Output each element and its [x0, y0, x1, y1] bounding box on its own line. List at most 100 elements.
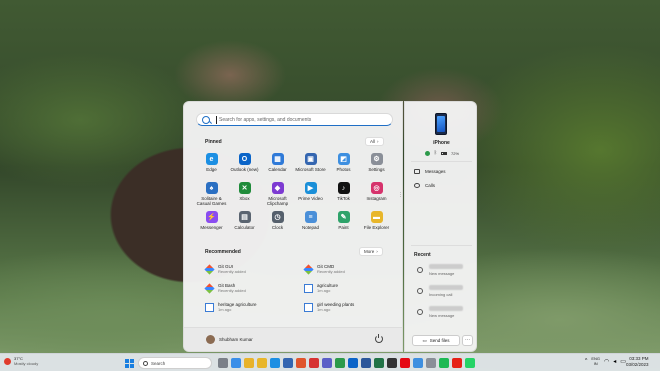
- pinned-app[interactable]: ♠ Solitaire & Casual Games: [195, 182, 228, 206]
- chrome-icon[interactable]: [335, 358, 345, 368]
- pinned-app-label: Edge: [206, 167, 217, 172]
- start-search-box[interactable]: Search for apps, settings, and documents: [196, 113, 393, 126]
- chevron-up-icon[interactable]: ^: [585, 358, 587, 364]
- brave-icon[interactable]: [296, 358, 306, 368]
- pinned-app-label: File Explorer: [363, 225, 390, 230]
- task-view-icon[interactable]: [218, 358, 228, 368]
- recommended-item[interactable]: Git GUI Recently added: [204, 264, 295, 275]
- pinned-app[interactable]: ◎ Instagram: [360, 182, 393, 201]
- teams-icon[interactable]: [322, 358, 332, 368]
- solitaire-icon: ♠: [205, 182, 218, 194]
- connected-icon: [425, 150, 430, 156]
- widget-icon[interactable]: [231, 358, 241, 368]
- pinned-app[interactable]: ≡ Notepad: [294, 211, 327, 230]
- settings-icon[interactable]: [426, 358, 436, 368]
- bluetooth-icon: ᛒ: [434, 150, 438, 156]
- battery-icon: [441, 151, 448, 155]
- message-icon: [417, 309, 423, 315]
- power-icon[interactable]: [375, 333, 383, 343]
- git-icon: [204, 264, 215, 275]
- search-icon: [143, 360, 148, 366]
- volume-icon[interactable]: ◂: [613, 358, 616, 365]
- taskbar-search[interactable]: Search: [138, 357, 212, 369]
- pinned-app[interactable]: ◷ Clock: [261, 211, 294, 230]
- recommended-subtitle: 1m ago: [317, 307, 331, 312]
- message-icon: [417, 267, 423, 273]
- edge-icon[interactable]: [270, 358, 280, 368]
- clock-date: 03/02/2023: [626, 362, 649, 367]
- tiktok-icon: ♪: [337, 182, 350, 194]
- start-button[interactable]: [125, 359, 134, 368]
- recommended-item[interactable]: Git CMD Recently added: [303, 264, 394, 275]
- calls-item[interactable]: Calls: [414, 183, 435, 188]
- user-name[interactable]: Shubham Kumar: [219, 337, 253, 342]
- clock[interactable]: 03:33 PM 03/02/2023: [626, 356, 649, 368]
- send-files-button[interactable]: ▭ Send files: [412, 335, 460, 346]
- opera-icon[interactable]: [309, 358, 319, 368]
- outlook-icon: O: [238, 153, 251, 165]
- recommended-subtitle: Recently added: [218, 288, 246, 293]
- chevron-right-icon: ›: [376, 249, 378, 254]
- outlook-icon[interactable]: [348, 358, 358, 368]
- terminal-icon[interactable]: [387, 358, 397, 368]
- pinned-app[interactable]: ◆ Microsoft Clipchamp: [261, 182, 294, 206]
- file-explorer-icon: ▬: [370, 211, 383, 223]
- pinned-app[interactable]: ♪ TikTok: [327, 182, 360, 201]
- word-icon[interactable]: [361, 358, 371, 368]
- excel-icon[interactable]: [374, 358, 384, 368]
- store-icon[interactable]: [283, 358, 293, 368]
- paint-icon: ✎: [337, 211, 350, 223]
- weather-widget[interactable]: 37°C Mostly cloudy: [4, 356, 38, 366]
- pinned-app-label: Microsoft Store: [295, 167, 326, 172]
- whatsapp-icon[interactable]: [465, 358, 475, 368]
- spotify-icon[interactable]: [439, 358, 449, 368]
- weather-desc: Mostly cloudy: [14, 361, 39, 366]
- pinned-app[interactable]: ▣ Microsoft Store: [294, 153, 327, 172]
- phone-more-button[interactable]: ···: [462, 335, 473, 346]
- taskbar-search-label: Search: [151, 360, 166, 366]
- photos-icon[interactable]: [413, 358, 423, 368]
- messages-label: Messages: [425, 169, 446, 174]
- calendar-icon: ▦: [271, 153, 284, 165]
- pinned-app[interactable]: ⚙ Settings: [360, 153, 393, 172]
- chrome-icon[interactable]: [244, 358, 254, 368]
- pinned-app[interactable]: ▬ File Explorer: [360, 211, 393, 230]
- youtube-icon[interactable]: [452, 358, 462, 368]
- pinned-app-label: Settings: [368, 167, 385, 172]
- pinned-app[interactable]: e Edge: [195, 153, 228, 172]
- recommended-subtitle: 1m ago: [218, 307, 232, 312]
- recommended-item[interactable]: heritage agriculture 1m ago: [205, 302, 295, 312]
- page-dots-icon[interactable]: ⋮: [398, 192, 403, 198]
- language-indicator[interactable]: ENG IN: [591, 356, 600, 366]
- recent-item[interactable]: New message: [417, 264, 463, 276]
- recent-item[interactable]: Incoming call: [417, 285, 463, 297]
- wifi-icon[interactable]: ◠: [604, 358, 609, 365]
- more-recommended-button[interactable]: More ›: [359, 247, 383, 256]
- pinned-app-label: Calendar: [268, 167, 287, 172]
- recommended-item[interactable]: agriculture 1m ago: [304, 283, 394, 293]
- start-menu: Search for apps, settings, and documents…: [183, 101, 403, 352]
- messages-item[interactable]: Messages: [414, 169, 446, 174]
- iphone-icon: [435, 113, 447, 135]
- pinned-app[interactable]: O Outlook (new): [228, 153, 261, 172]
- all-apps-button[interactable]: All ›: [365, 137, 384, 146]
- recommended-subtitle: Recently added: [317, 269, 345, 274]
- pinned-app[interactable]: ✎ Paint: [327, 211, 360, 230]
- pinned-app[interactable]: ⚡ Messenger: [195, 211, 228, 230]
- recent-item[interactable]: New message: [417, 306, 463, 318]
- recent-text: New message: [429, 271, 455, 276]
- pinned-app[interactable]: ▶ Prime Video: [294, 182, 327, 201]
- redacted-contact: [429, 306, 463, 311]
- user-avatar[interactable]: [206, 335, 215, 344]
- pinned-app-label: Paint: [338, 225, 349, 230]
- pinned-app[interactable]: ▤ Calculator: [228, 211, 261, 230]
- recommended-item[interactable]: girl weeding plants 1m ago: [304, 302, 394, 312]
- recommended-item[interactable]: Git Bash Recently added: [204, 283, 295, 294]
- file-explorer-icon[interactable]: [257, 358, 267, 368]
- pinned-app[interactable]: ✕ Xbox: [228, 182, 261, 201]
- divider: [411, 161, 472, 162]
- taskbar-apps: [218, 358, 475, 368]
- pinned-app[interactable]: ▦ Calendar: [261, 153, 294, 172]
- pinned-app[interactable]: ◩ Photos: [327, 153, 360, 172]
- netflix-icon[interactable]: [400, 358, 410, 368]
